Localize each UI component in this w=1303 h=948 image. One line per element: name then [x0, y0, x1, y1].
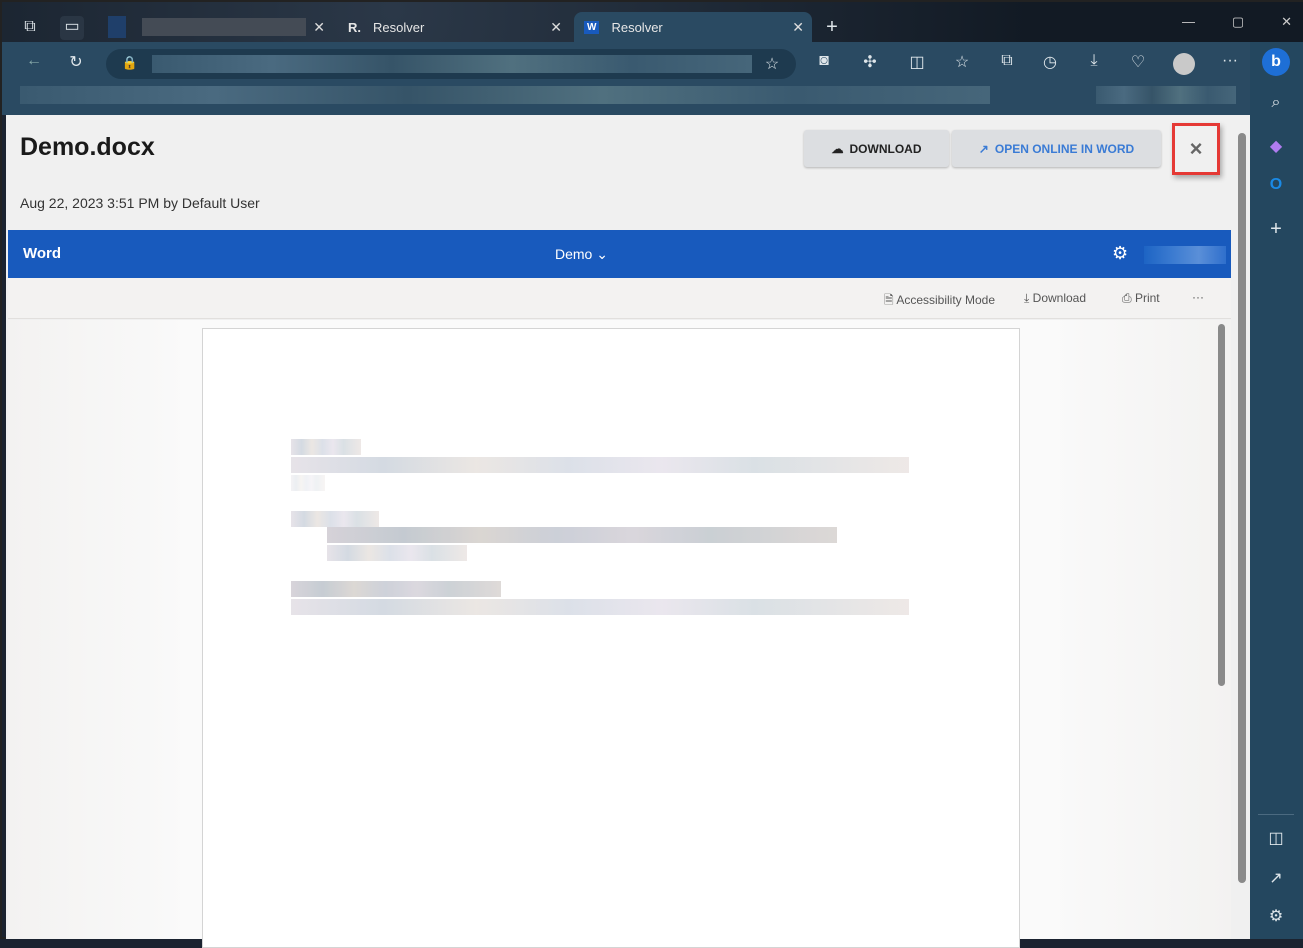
- printer-icon: ⎙: [1122, 291, 1132, 305]
- close-tab-icon[interactable]: ✕: [313, 19, 325, 36]
- redacted-text: [291, 511, 379, 527]
- redacted-text: [291, 457, 909, 473]
- minimize-icon[interactable]: —: [1182, 14, 1195, 30]
- accessibility-label: Accessibility Mode: [896, 293, 996, 307]
- tab-label: Resolver: [373, 19, 425, 35]
- download-label: DOWNLOAD: [849, 141, 922, 156]
- screenshot-icon[interactable]: ◙: [812, 52, 836, 70]
- bookmarks-bar: [2, 84, 1250, 115]
- close-tab-icon[interactable]: ✕: [550, 19, 562, 36]
- tab-3-active[interactable]: W Resolver ✕: [574, 12, 812, 42]
- url-text: [152, 55, 752, 73]
- external-link-icon: ↗: [978, 141, 989, 156]
- more-options-button[interactable]: ···: [1192, 290, 1204, 304]
- chevron-down-icon: ⌄: [596, 246, 608, 262]
- document-meta: Aug 22, 2023 3:51 PM by Default User: [20, 195, 260, 211]
- download-button[interactable]: ☁ DOWNLOAD: [804, 130, 949, 167]
- close-button[interactable]: ×: [1172, 123, 1220, 175]
- settings-icon[interactable]: ⚙: [1112, 243, 1128, 264]
- page-scrollbar[interactable]: [1234, 115, 1250, 939]
- more-icon[interactable]: ···: [1218, 52, 1242, 70]
- health-icon[interactable]: ♡: [1126, 52, 1150, 72]
- edge-sidebar: b ⌕ ◆ O + ◫ ↗ ⚙: [1250, 42, 1303, 939]
- close-window-icon[interactable]: ✕: [1281, 14, 1292, 30]
- doc-name: Demo: [555, 246, 593, 262]
- back-icon[interactable]: ←: [22, 52, 46, 70]
- new-tab-icon[interactable]: +: [820, 16, 844, 39]
- settings-icon[interactable]: ⚙: [1264, 906, 1288, 926]
- tab-actions-icon[interactable]: ▭: [60, 16, 84, 40]
- window-controls: — ▢ ✕: [1182, 14, 1292, 30]
- redacted-text: [291, 439, 361, 455]
- downloads-icon[interactable]: ⤓: [1082, 52, 1106, 70]
- split-screen-icon[interactable]: ◫: [905, 52, 929, 72]
- history-icon[interactable]: ◷: [1038, 52, 1062, 72]
- favorites-icon[interactable]: ☆: [950, 52, 974, 72]
- tab-label: Resolver: [611, 19, 663, 35]
- maximize-icon[interactable]: ▢: [1232, 14, 1244, 30]
- refresh-icon[interactable]: ↻: [64, 52, 88, 72]
- bing-icon[interactable]: b: [1262, 48, 1290, 76]
- download-label: Download: [1032, 291, 1087, 305]
- redacted-text: [291, 581, 501, 597]
- download-icon: ⤓: [1024, 291, 1030, 305]
- workspaces-icon[interactable]: ⧉: [18, 18, 42, 36]
- document-title: Demo.docx: [20, 133, 155, 161]
- print-button[interactable]: ⎙ Print: [1122, 291, 1160, 306]
- tab-2[interactable]: R. Resolver ✕: [338, 12, 570, 42]
- user-account[interactable]: [1144, 246, 1226, 264]
- accessibility-mode-button[interactable]: 🗎 Accessibility Mode: [884, 291, 995, 312]
- print-label: Print: [1134, 291, 1160, 305]
- bookmark-items[interactable]: [20, 86, 990, 104]
- redacted-text: [327, 527, 837, 543]
- extensions-icon[interactable]: ✣: [858, 52, 882, 72]
- external-link-icon[interactable]: ↗: [1264, 868, 1288, 888]
- word-download-button[interactable]: ⤓ Download: [1024, 291, 1086, 306]
- tab-strip: ⧉ ▭ ✕ R. Resolver ✕ W Resolver ✕ + — ▢ ✕: [2, 2, 1303, 42]
- copilot-icon[interactable]: ◆: [1264, 136, 1288, 156]
- sidebar-toggle-icon[interactable]: ◫: [1264, 828, 1288, 848]
- search-icon[interactable]: ⌕: [1264, 94, 1288, 112]
- open-online-button[interactable]: ↗ OPEN ONLINE IN WORD: [952, 130, 1161, 167]
- profile-avatar[interactable]: [1173, 53, 1195, 75]
- document-page: [202, 328, 1020, 948]
- redacted-text: [327, 545, 467, 561]
- collections-icon[interactable]: ⧉: [995, 52, 1019, 70]
- tab-1[interactable]: ✕: [98, 12, 333, 42]
- resolver-favicon: R.: [348, 19, 361, 35]
- add-icon[interactable]: +: [1264, 218, 1288, 241]
- word-favicon: W: [584, 20, 600, 34]
- favorite-star-icon[interactable]: ☆: [760, 54, 784, 74]
- bookmark-items[interactable]: [1096, 86, 1236, 104]
- open-online-label: OPEN ONLINE IN WORD: [994, 141, 1135, 156]
- scrollbar-thumb[interactable]: [1238, 133, 1246, 883]
- outlook-icon[interactable]: O: [1264, 176, 1288, 194]
- document-scrollbar[interactable]: [1218, 324, 1225, 686]
- document-name-dropdown[interactable]: Demo ⌄: [555, 246, 608, 263]
- divider: [1258, 814, 1294, 815]
- cloud-download-icon: ☁: [831, 141, 844, 156]
- redacted-text: [291, 599, 909, 615]
- word-command-bar: 🗎 Accessibility Mode ⤓ Download ⎙ Print …: [8, 278, 1231, 319]
- lock-icon: 🔒: [121, 55, 139, 70]
- accessibility-icon: 🗎: [884, 293, 894, 307]
- close-tab-icon[interactable]: ✕: [792, 19, 804, 36]
- address-bar[interactable]: 🔒 ☆: [106, 49, 796, 79]
- word-header: Word Demo ⌄ ⚙: [8, 230, 1231, 278]
- word-app-name: Word: [23, 245, 62, 262]
- redacted-text: [291, 475, 325, 491]
